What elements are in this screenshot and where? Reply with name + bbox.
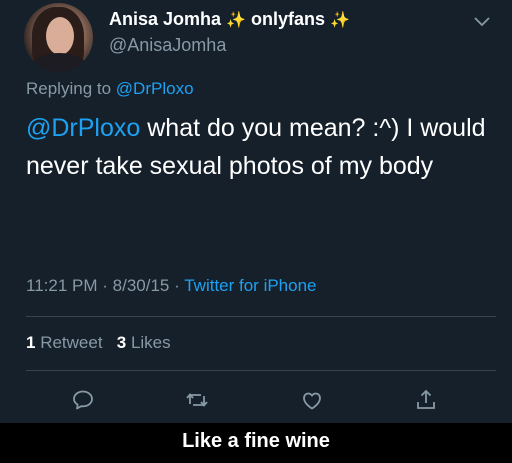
mention-link[interactable]: @DrPloxo — [26, 114, 140, 142]
divider — [26, 370, 496, 371]
retweets-stat[interactable]: 1 Retweet — [26, 333, 103, 352]
sparkle-icon: ✨ — [330, 12, 350, 29]
tweet-time[interactable]: 11:21 PM — [26, 276, 98, 295]
avatar-face — [46, 17, 74, 55]
avatar[interactable] — [24, 3, 93, 72]
retweets-count: 1 — [26, 333, 36, 352]
author-handle[interactable]: @AnisaJomha — [109, 35, 226, 56]
meme-caption: Like a fine wine — [182, 430, 330, 452]
chevron-down-icon[interactable] — [473, 15, 491, 27]
author-name-suffix: onlyfans — [251, 9, 326, 29]
tweet-meta: 11:21 PM · 8/30/15 · Twitter for iPhone — [26, 276, 317, 296]
tweet-card: Anisa Jomha ✨ onlyfans ✨ @AnisaJomha Rep… — [0, 0, 512, 423]
tweet-source[interactable]: Twitter for iPhone — [184, 276, 316, 295]
author-display-name[interactable]: Anisa Jomha ✨ onlyfans ✨ — [109, 9, 350, 30]
reply-icon[interactable] — [71, 388, 95, 412]
replying-prefix: Replying to — [26, 79, 112, 98]
like-icon[interactable] — [300, 388, 324, 412]
likes-count: 3 — [116, 333, 127, 352]
sparkle-icon: ✨ — [226, 12, 246, 29]
share-icon[interactable] — [414, 388, 438, 412]
replying-to: Replying to @DrPloxo — [26, 79, 194, 99]
divider — [26, 316, 496, 317]
tweet-date[interactable]: 8/30/15 — [113, 276, 170, 295]
tweet-stats: 1 Retweet 3 Likes — [26, 333, 171, 353]
likes-stat[interactable]: 3 Likes — [117, 333, 171, 352]
meta-separator: · — [102, 276, 108, 295]
author-name-text: Anisa Jomha — [109, 9, 222, 29]
retweets-label: Retweet — [40, 333, 103, 352]
replying-to-link[interactable]: @DrPloxo — [116, 79, 194, 98]
meta-separator: · — [174, 276, 180, 295]
tweet-text: @DrPloxo what do you mean? :^) I would n… — [26, 109, 496, 185]
retweet-icon[interactable] — [185, 388, 209, 412]
likes-label: Likes — [130, 333, 171, 352]
